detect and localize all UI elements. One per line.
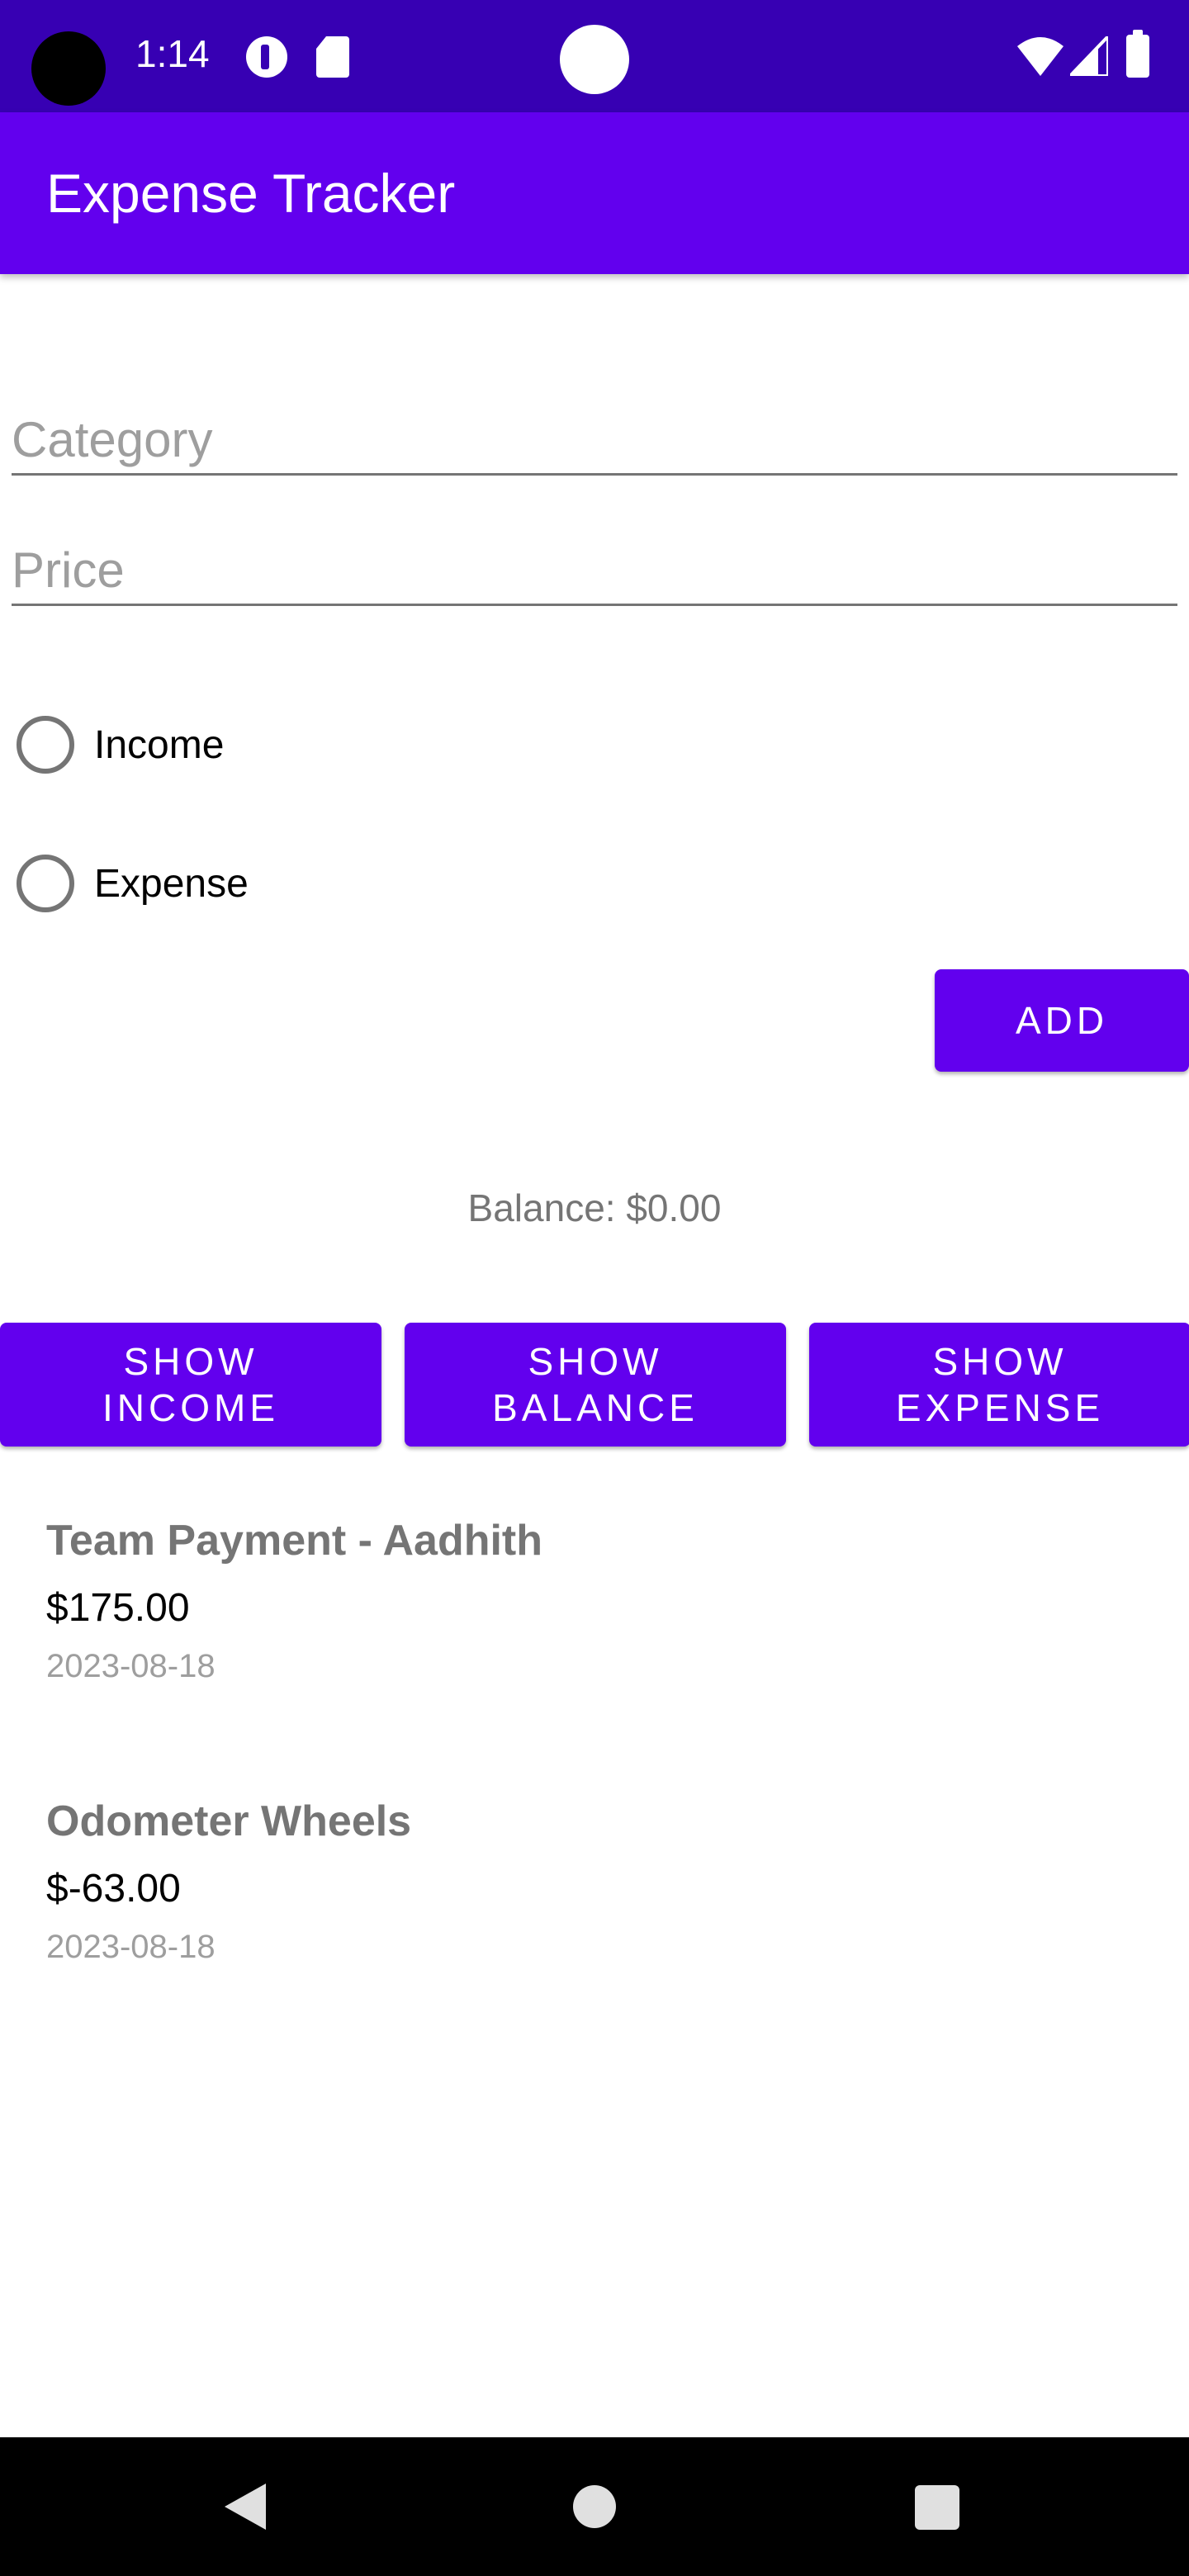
show-expense-label[interactable]: SHOW EXPENSE bbox=[896, 1338, 1104, 1431]
system-nav-bar bbox=[0, 2437, 1189, 2576]
transaction-amount: $175.00 bbox=[46, 1586, 190, 1630]
camera-cutout-icon bbox=[31, 31, 106, 106]
income-radio[interactable]: Income bbox=[17, 712, 224, 778]
expense-radio-circle[interactable] bbox=[17, 855, 74, 912]
status-time: 1:14 bbox=[135, 32, 210, 75]
wifi-icon bbox=[1017, 37, 1063, 76]
status-bar: 1:14 bbox=[0, 0, 1189, 112]
transaction-title: Team Payment - Aadhith bbox=[46, 1517, 542, 1565]
income-radio-label[interactable]: Income bbox=[94, 722, 224, 768]
price-input[interactable] bbox=[12, 515, 1177, 604]
transaction-title: Odometer Wheels bbox=[46, 1797, 412, 1845]
app-notification-icon bbox=[246, 36, 287, 78]
page-title: Expense Tracker bbox=[46, 163, 456, 224]
transaction-date: 2023-08-18 bbox=[46, 1929, 216, 1965]
battery-icon bbox=[1126, 30, 1149, 78]
add-button-label[interactable]: ADD bbox=[1016, 997, 1108, 1044]
category-input[interactable] bbox=[12, 385, 1177, 473]
show-balance-label[interactable]: SHOW BALANCE bbox=[492, 1338, 699, 1431]
show-balance-button[interactable]: SHOW BALANCE bbox=[405, 1323, 786, 1447]
sd-card-icon bbox=[316, 36, 349, 78]
add-button[interactable]: ADD bbox=[935, 969, 1189, 1072]
balance-text: Balance: $0.00 bbox=[467, 1186, 722, 1229]
expense-radio[interactable]: Expense bbox=[17, 850, 249, 916]
income-radio-circle[interactable] bbox=[17, 716, 74, 774]
transaction-amount: $-63.00 bbox=[46, 1867, 181, 1911]
back-icon[interactable] bbox=[225, 2484, 266, 2530]
app-bar: Expense Tracker bbox=[0, 112, 1189, 274]
app-screen: 1:14 Expense Tracker Income Expense bbox=[0, 0, 1189, 2576]
category-field[interactable] bbox=[12, 385, 1177, 476]
transaction-date: 2023-08-18 bbox=[46, 1648, 216, 1684]
signal-icon bbox=[1070, 36, 1108, 76]
expense-radio-label[interactable]: Expense bbox=[94, 861, 249, 907]
show-expense-button[interactable]: SHOW EXPENSE bbox=[809, 1323, 1189, 1447]
home-icon[interactable] bbox=[573, 2485, 616, 2528]
transaction-list-item[interactable]: Team Payment - Aadhith $175.00 2023-08-1… bbox=[46, 1516, 1120, 1685]
price-field[interactable] bbox=[12, 515, 1177, 606]
show-income-label[interactable]: SHOW INCOME bbox=[102, 1338, 279, 1431]
transaction-list-item[interactable]: Odometer Wheels $-63.00 2023-08-18 bbox=[46, 1797, 1120, 1966]
recents-icon[interactable] bbox=[915, 2485, 959, 2530]
status-indicators bbox=[989, 30, 1171, 78]
show-income-button[interactable]: SHOW INCOME bbox=[0, 1323, 381, 1447]
front-camera-icon bbox=[560, 25, 629, 94]
